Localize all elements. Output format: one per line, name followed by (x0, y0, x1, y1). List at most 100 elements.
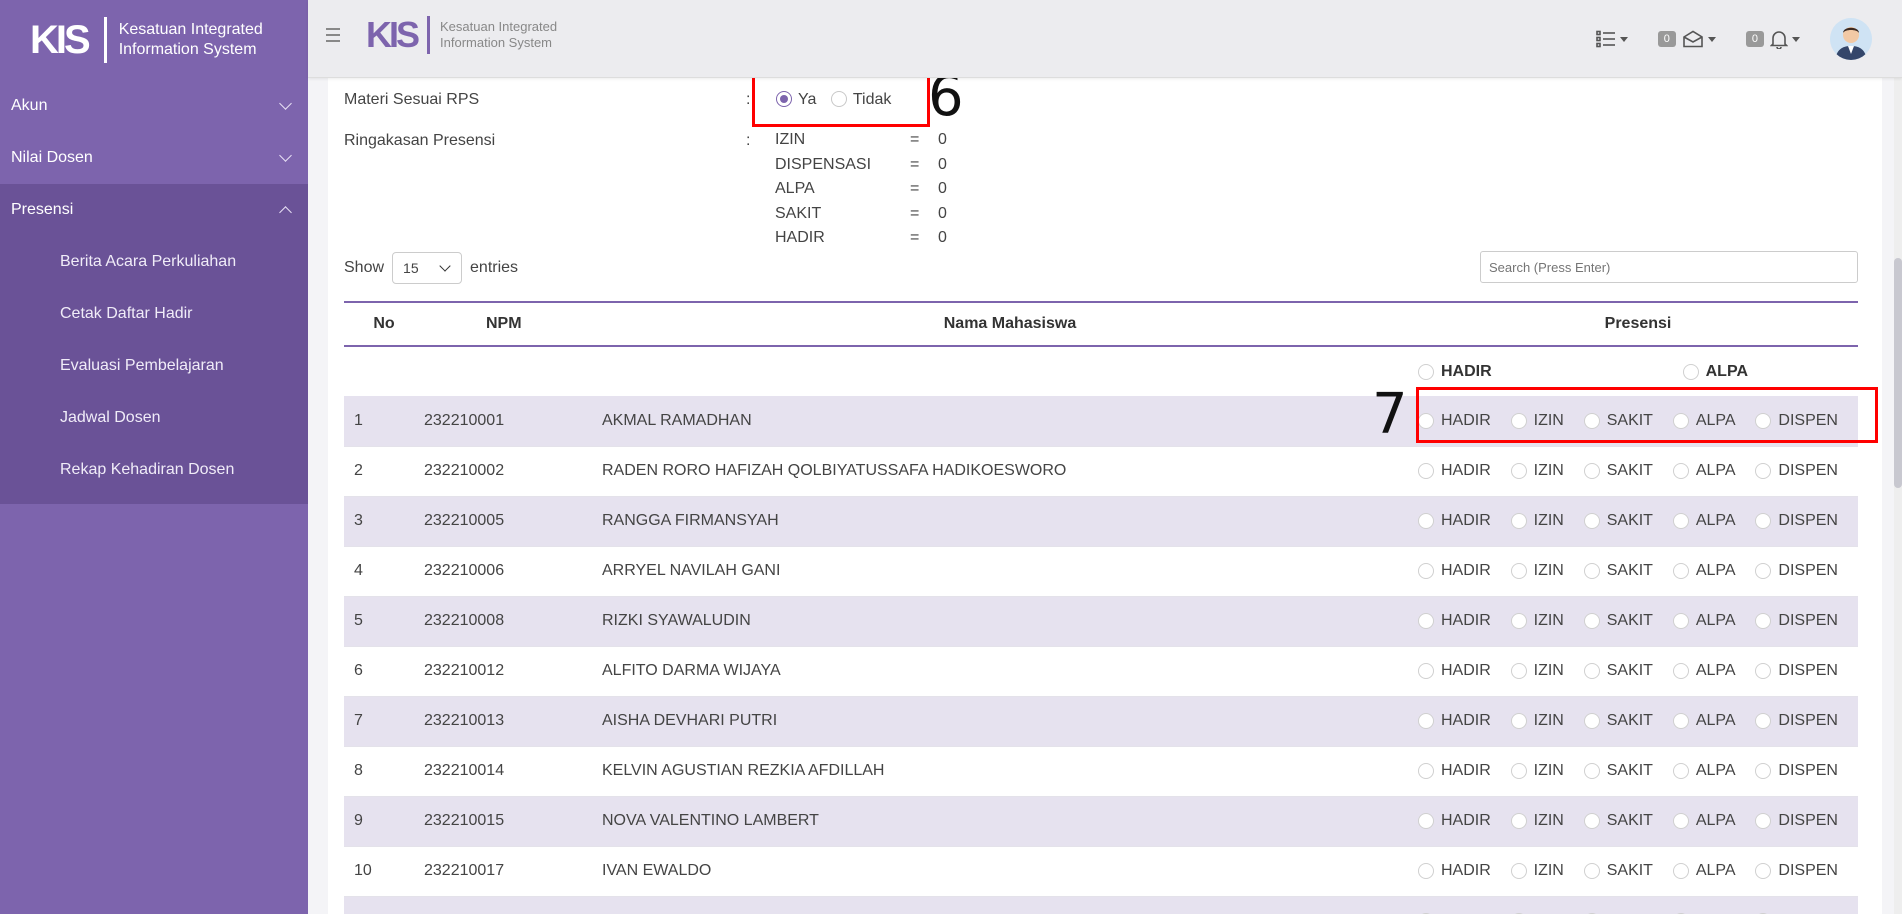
radio-unchecked[interactable] (1583, 563, 1600, 579)
radio-unchecked[interactable] (1755, 613, 1772, 629)
radio-unchecked[interactable] (1672, 863, 1689, 879)
radio-unchecked[interactable] (1418, 813, 1434, 829)
bulk-option-hadir[interactable]: HADIR (1418, 363, 1492, 381)
radio-unchecked[interactable] (1755, 513, 1772, 529)
presensi-option-izin[interactable]: IZIN (1510, 612, 1564, 630)
presensi-option-izin[interactable]: IZIN (1510, 562, 1564, 580)
radio-unchecked[interactable] (1418, 763, 1434, 779)
presensi-option-dispen[interactable]: DISPEN (1755, 562, 1838, 580)
radio-unchecked[interactable] (1418, 713, 1434, 729)
radio-unchecked[interactable] (1755, 863, 1772, 879)
presensi-option-sakit[interactable]: SAKIT (1583, 462, 1653, 480)
radio-unchecked[interactable] (1583, 613, 1600, 629)
presensi-option-sakit[interactable]: SAKIT (1583, 712, 1653, 730)
sidebar-item-jadwal-dosen[interactable]: Jadwal Dosen (0, 392, 308, 444)
page-scrollbar[interactable] (1894, 78, 1902, 914)
presensi-option-alpa[interactable]: ALPA (1672, 762, 1736, 780)
presensi-option-dispen[interactable]: DISPEN (1755, 512, 1838, 530)
radio-unchecked[interactable] (1510, 663, 1527, 679)
radio-unchecked[interactable] (1672, 763, 1689, 779)
presensi-option-alpa[interactable]: ALPA (1672, 462, 1736, 480)
radio-unchecked[interactable] (1672, 513, 1689, 529)
sidebar-item-akun[interactable]: Akun (0, 80, 308, 132)
presensi-option-sakit[interactable]: SAKIT (1583, 662, 1653, 680)
presensi-option-dispen[interactable]: DISPEN (1755, 862, 1838, 880)
user-avatar[interactable] (1830, 18, 1872, 60)
presensi-option-alpa[interactable]: ALPA (1672, 712, 1736, 730)
radio-unchecked[interactable] (1510, 463, 1527, 479)
presensi-option-alpa[interactable]: ALPA (1672, 862, 1736, 880)
radio-unchecked[interactable] (1418, 613, 1434, 629)
presensi-option-izin[interactable]: IZIN (1510, 712, 1564, 730)
entries-select[interactable]: 15 (392, 252, 463, 284)
radio-unchecked[interactable] (1583, 713, 1600, 729)
radio-unchecked[interactable] (1583, 463, 1600, 479)
radio-unchecked[interactable] (1755, 763, 1772, 779)
presensi-option-hadir[interactable]: HADIR (1418, 862, 1491, 880)
radio-unchecked[interactable] (1583, 863, 1600, 879)
radio-unchecked[interactable] (1418, 463, 1434, 479)
presensi-option-hadir[interactable]: HADIR (1418, 512, 1491, 530)
radio-unchecked[interactable] (1583, 813, 1600, 829)
presensi-option-izin[interactable]: IZIN (1510, 862, 1564, 880)
presensi-option-sakit[interactable]: SAKIT (1583, 612, 1653, 630)
radio-unchecked[interactable] (1682, 363, 1699, 380)
presensi-option-hadir[interactable]: HADIR (1418, 662, 1491, 680)
hamburger-menu-icon[interactable] (326, 28, 340, 46)
presensi-option-hadir[interactable]: HADIR (1418, 712, 1491, 730)
radio-unchecked[interactable] (1510, 713, 1527, 729)
sidebar-item-nilai-dosen[interactable]: Nilai Dosen (0, 132, 308, 184)
radio-unchecked[interactable] (1510, 613, 1527, 629)
radio-unchecked[interactable] (1672, 613, 1689, 629)
radio-unchecked[interactable] (1755, 663, 1772, 679)
presensi-option-sakit[interactable]: SAKIT (1583, 812, 1653, 830)
radio-unchecked[interactable] (1672, 663, 1689, 679)
radio-unchecked[interactable] (1418, 663, 1434, 679)
radio-unchecked[interactable] (1583, 763, 1600, 779)
presensi-option-hadir[interactable]: HADIR (1418, 612, 1491, 630)
presensi-option-sakit[interactable]: SAKIT (1583, 862, 1653, 880)
radio-unchecked[interactable] (1583, 663, 1600, 679)
presensi-option-izin[interactable]: IZIN (1510, 812, 1564, 830)
presensi-option-izin[interactable]: IZIN (1510, 762, 1564, 780)
presensi-option-alpa[interactable]: ALPA (1672, 512, 1736, 530)
presensi-option-hadir[interactable]: HADIR (1418, 562, 1491, 580)
presensi-option-hadir[interactable]: HADIR (1418, 762, 1491, 780)
radio-unchecked[interactable] (1672, 463, 1689, 479)
presensi-option-izin[interactable]: IZIN (1510, 512, 1564, 530)
presensi-option-hadir[interactable]: HADIR (1418, 462, 1491, 480)
notifications-dropdown[interactable]: 0 (1745, 30, 1800, 49)
sidebar-item-presensi[interactable]: Presensi (0, 184, 308, 236)
presensi-option-dispen[interactable]: DISPEN (1755, 662, 1838, 680)
scrollbar-thumb[interactable] (1894, 258, 1902, 488)
presensi-option-alpa[interactable]: ALPA (1672, 812, 1736, 830)
radio-unchecked[interactable] (1583, 513, 1600, 529)
presensi-option-dispen[interactable]: DISPEN (1755, 612, 1838, 630)
radio-unchecked[interactable] (1418, 363, 1434, 380)
radio-unchecked[interactable] (1418, 563, 1434, 579)
radio-unchecked[interactable] (1418, 513, 1434, 529)
presensi-option-sakit[interactable]: SAKIT (1583, 562, 1653, 580)
radio-unchecked[interactable] (1672, 563, 1689, 579)
presensi-option-alpa[interactable]: ALPA (1672, 612, 1736, 630)
header-logo[interactable]: KIS Kesatuan Integrated Information Syst… (366, 14, 557, 56)
presensi-option-izin[interactable]: IZIN (1510, 662, 1564, 680)
radio-unchecked[interactable] (1672, 713, 1689, 729)
sidebar-item-cetak-daftar-hadir[interactable]: Cetak Daftar Hadir (0, 288, 308, 340)
radio-unchecked[interactable] (1510, 863, 1527, 879)
radio-unchecked[interactable] (1755, 563, 1772, 579)
messages-dropdown[interactable]: 0 (1657, 30, 1716, 48)
radio-unchecked[interactable] (1672, 813, 1689, 829)
task-list-dropdown[interactable] (1595, 30, 1628, 48)
presensi-option-hadir[interactable]: HADIR (1418, 812, 1491, 830)
presensi-option-dispen[interactable]: DISPEN (1755, 712, 1838, 730)
presensi-option-izin[interactable]: IZIN (1510, 462, 1564, 480)
sidebar-item-berita-acara[interactable]: Berita Acara Perkuliahan (0, 236, 308, 288)
presensi-option-sakit[interactable]: SAKIT (1583, 762, 1653, 780)
radio-unchecked[interactable] (1418, 863, 1434, 879)
presensi-option-dispen[interactable]: DISPEN (1755, 462, 1838, 480)
sidebar-item-evaluasi-pembelajaran[interactable]: Evaluasi Pembelajaran (0, 340, 308, 392)
sidebar-logo[interactable]: KIS Kesatuan Integrated Information Syst… (0, 0, 308, 80)
presensi-option-alpa[interactable]: ALPA (1672, 662, 1736, 680)
radio-unchecked[interactable] (1755, 713, 1772, 729)
